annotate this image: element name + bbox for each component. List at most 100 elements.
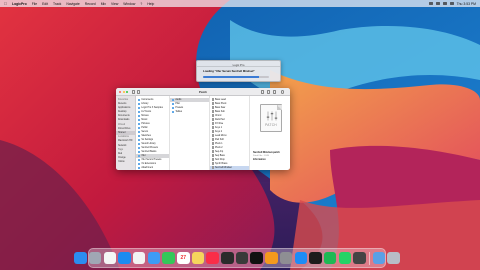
list-item-label: Tables: [175, 110, 183, 113]
loading-dialog: Logic Pro Loading "Xfer Serum SunCell Mi…: [196, 60, 281, 82]
logic-icon[interactable]: [235, 251, 249, 265]
menu-mix[interactable]: Mix: [101, 2, 106, 6]
dialog-message: Loading "Xfer Serum SunCell Mindset": [203, 69, 255, 73]
menubar-status-area: Thu 3:53 PM: [428, 2, 476, 6]
patch-file-icon: [212, 142, 214, 145]
patch-file-icon: [212, 98, 214, 101]
finder-icon[interactable]: [74, 251, 87, 265]
preview-pane: PATCH SunCell Mindset.patch Patch File -…: [250, 96, 290, 170]
pages-icon[interactable]: [265, 251, 278, 265]
sidebar-item[interactable]: Macintosh HD: [116, 139, 135, 143]
safari-icon[interactable]: [118, 251, 131, 265]
loading-progress-fill: [203, 76, 260, 78]
folder-icon: [138, 134, 141, 137]
dock-separator: [368, 251, 370, 265]
patch-file-icon: [212, 154, 214, 157]
notes-icon[interactable]: [191, 251, 205, 265]
sidebar-item[interactable]: Yellow: [116, 160, 135, 164]
preview-info-heading: Information: [253, 159, 266, 161]
launchpad-icon[interactable]: [88, 251, 102, 265]
tv-icon[interactable]: [250, 251, 263, 265]
finder-window: Patch Favorites Recents Applications Deskto…: [116, 88, 290, 170]
menu-track[interactable]: Track: [53, 2, 61, 6]
control-center-icon[interactable]: [449, 2, 454, 5]
patch-file-icon: PATCH: [260, 104, 282, 132]
downloads-folder-icon[interactable]: [372, 251, 386, 265]
spotify-icon[interactable]: [323, 251, 337, 265]
menu-record[interactable]: Record: [85, 2, 96, 6]
appstore-icon[interactable]: [294, 251, 307, 265]
folder-icon: [172, 98, 175, 101]
file-row[interactable]: Vocal Chop: [210, 170, 249, 171]
finalcut-icon[interactable]: [221, 251, 234, 265]
messages-icon[interactable]: [162, 251, 175, 265]
patch-file-icon: [212, 134, 214, 137]
folder-icon: [138, 118, 141, 121]
mail-icon[interactable]: [147, 251, 161, 265]
menubar-clock[interactable]: Thu 3:53 PM: [457, 2, 476, 6]
patch-file-icon: [212, 150, 214, 153]
column-3: Bass Lead Bass Pluck Bass Saw Bass Sub Chord…: [210, 96, 250, 170]
list-item-label: Unused Presets: [141, 170, 157, 171]
view-options-icon[interactable]: [261, 90, 265, 94]
finder-toolbar: Patch: [116, 88, 290, 96]
patch-file-icon: [212, 166, 214, 169]
menu-window[interactable]: Window: [123, 2, 135, 6]
photos-icon[interactable]: [132, 251, 146, 265]
folder-icon: [138, 114, 141, 117]
folder-icon: [138, 166, 141, 169]
patch-file-icon: [212, 126, 214, 129]
chrome-icon[interactable]: [103, 251, 117, 265]
menu-navigate[interactable]: Navigate: [66, 2, 79, 6]
folder-icon: [138, 130, 141, 133]
menu-app-name[interactable]: LogicPro: [12, 2, 27, 6]
menu-file[interactable]: File: [32, 2, 37, 6]
activity-icon[interactable]: [353, 251, 366, 265]
patch-file-icon: [212, 114, 214, 117]
trash-icon[interactable]: [387, 251, 400, 265]
folder-icon: [138, 110, 141, 113]
menu-extra[interactable]: ?: [140, 2, 142, 6]
patch-file-icon: [212, 158, 214, 161]
folder-icon: [172, 102, 175, 105]
folder-icon: [172, 106, 175, 109]
whatsapp-icon[interactable]: [338, 251, 352, 265]
menu-view[interactable]: View: [111, 2, 118, 6]
patch-file-icon: [212, 138, 214, 141]
patch-file-icon: [212, 146, 214, 149]
menu-edit[interactable]: Edit: [42, 2, 48, 6]
patch-file-icon: [212, 106, 214, 109]
folder-icon: [138, 138, 141, 141]
apple-menu-icon[interactable]: : [4, 1, 7, 6]
folder-icon: [138, 106, 141, 109]
list-item[interactable]: Unused Presets: [136, 170, 169, 171]
share-icon[interactable]: [267, 90, 271, 94]
patch-file-icon: [212, 110, 214, 113]
folder-icon: [138, 150, 141, 153]
list-item[interactable]: Tables: [170, 110, 209, 114]
folder-icon: [172, 110, 175, 113]
folder-icon: [138, 142, 141, 145]
folder-icon: [138, 102, 141, 105]
patch-file-icon: [212, 162, 214, 165]
folder-icon: [138, 162, 141, 165]
loading-progress-bar: [203, 76, 269, 78]
column-1: Instruments Library Logic Pro X Samples LUT…: [136, 96, 170, 170]
tag-icon[interactable]: [273, 90, 277, 94]
folder-icon: [138, 158, 141, 161]
menu-bar:  LogicPro File Edit Track Navigate Reco…: [0, 0, 480, 7]
battery-icon[interactable]: [428, 2, 433, 5]
calendar-icon[interactable]: 27: [177, 251, 190, 265]
search-icon[interactable]: [442, 2, 447, 5]
terminal-icon[interactable]: [309, 251, 322, 265]
sliders-icon: [266, 111, 278, 121]
wifi-icon[interactable]: [435, 2, 440, 5]
patch-file-icon: [212, 102, 214, 105]
menu-help[interactable]: Help: [147, 2, 154, 6]
preview-file-name: SunCell Mindset.patch: [253, 151, 280, 154]
music-icon[interactable]: [206, 251, 219, 265]
settings-icon[interactable]: [279, 251, 293, 265]
column-2: Audio Plist Presets Tables: [170, 96, 210, 170]
folder-icon: [138, 98, 141, 101]
finder-sidebar: Favorites Recents Applications Desktop Docum…: [116, 96, 136, 170]
